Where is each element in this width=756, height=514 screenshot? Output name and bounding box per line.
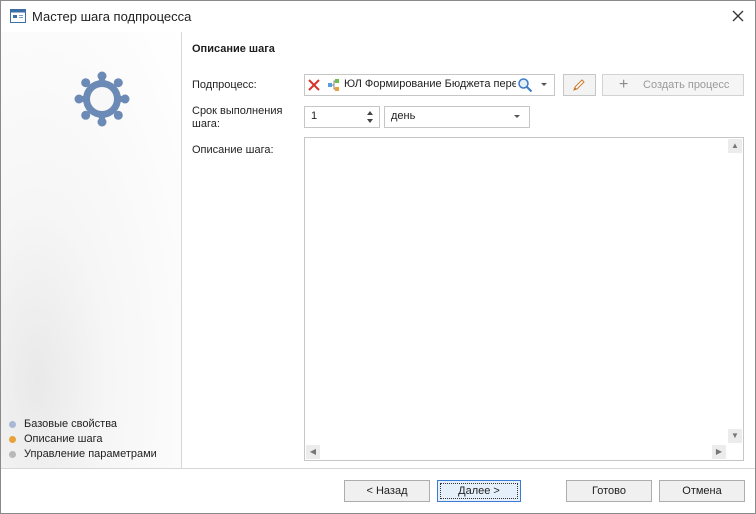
scroll-down-icon[interactable]: ▼ — [728, 429, 742, 443]
window-title: Мастер шага подпроцесса — [32, 9, 192, 24]
focus-rect — [440, 483, 518, 499]
wizard-footer: < Назад Далее > Готово Отмена — [1, 468, 755, 513]
description-textarea[interactable]: ▲ ▼ ◀ ▶ — [304, 137, 744, 461]
subprocess-select[interactable]: ЮЛ Формирование Бюджета пере — [304, 74, 555, 96]
done-button[interactable]: Готово — [566, 480, 652, 502]
subprocess-label: Подпроцесс: — [192, 79, 257, 91]
deadline-value: 1 — [311, 110, 318, 122]
step-label: Описание шага — [24, 433, 103, 445]
step-description[interactable]: Описание шага — [9, 432, 157, 447]
scroll-left-icon[interactable]: ◀ — [306, 445, 320, 459]
subprocess-value: ЮЛ Формирование Бюджета пере — [344, 78, 516, 90]
chevron-down-icon[interactable] — [512, 113, 522, 121]
close-icon[interactable] — [729, 7, 747, 25]
create-process-button[interactable]: + Создать процесс — [602, 74, 744, 96]
scroll-up-icon[interactable]: ▲ — [728, 139, 742, 153]
pencil-icon — [573, 79, 585, 91]
title-bar: Мастер шага подпроцесса — [1, 1, 755, 32]
window-icon — [10, 9, 26, 23]
description-label: Описание шага: — [192, 144, 274, 156]
deadline-unit-select[interactable]: день — [384, 106, 530, 128]
deadline-spinner[interactable]: 1 — [304, 106, 380, 128]
edit-subprocess-button[interactable] — [563, 74, 596, 96]
scroll-right-icon[interactable]: ▶ — [712, 445, 726, 459]
deadline-label: Срок выполнения шага: — [192, 105, 282, 131]
step-basic-properties[interactable]: Базовые свойства — [9, 417, 157, 432]
chevron-down-icon[interactable] — [539, 81, 549, 89]
section-title: Описание шага — [192, 43, 275, 55]
step-label: Управление параметрами — [24, 448, 157, 460]
process-icon — [328, 79, 339, 91]
deadline-label-line1: Срок выполнения — [192, 105, 283, 117]
horizontal-scrollbar[interactable]: ◀ ▶ — [306, 445, 726, 459]
step-content: Описание шага Подпроцесс: ЮЛ Формировани… — [182, 32, 755, 469]
wizard-sidebar: Базовые свойства Описание шага Управлени… — [1, 32, 182, 469]
vertical-scrollbar[interactable]: ▲ ▼ — [728, 139, 742, 443]
step-dot — [9, 421, 16, 428]
back-button[interactable]: < Назад — [344, 480, 430, 502]
step-label: Базовые свойства — [24, 418, 118, 430]
wizard-window: Мастер шага подпроцесса Базовые свойства… — [0, 0, 756, 514]
cancel-button[interactable]: Отмена — [659, 480, 745, 502]
clear-x-icon[interactable] — [307, 78, 321, 92]
deadline-unit-value: день — [391, 110, 416, 122]
next-button[interactable]: Далее > — [437, 480, 521, 502]
gear-icon — [74, 71, 130, 127]
step-parameters[interactable]: Управление параметрами — [9, 447, 157, 462]
wizard-steps: Базовые свойства Описание шага Управлени… — [9, 417, 157, 462]
step-dot-active — [9, 436, 16, 443]
plus-icon: + — [619, 76, 629, 93]
deadline-label-line2: шага: — [192, 118, 220, 130]
step-dot — [9, 451, 16, 458]
spinner-arrows-icon[interactable] — [365, 108, 375, 126]
create-process-label: Создать процесс — [643, 79, 730, 91]
search-icon[interactable] — [517, 77, 533, 93]
